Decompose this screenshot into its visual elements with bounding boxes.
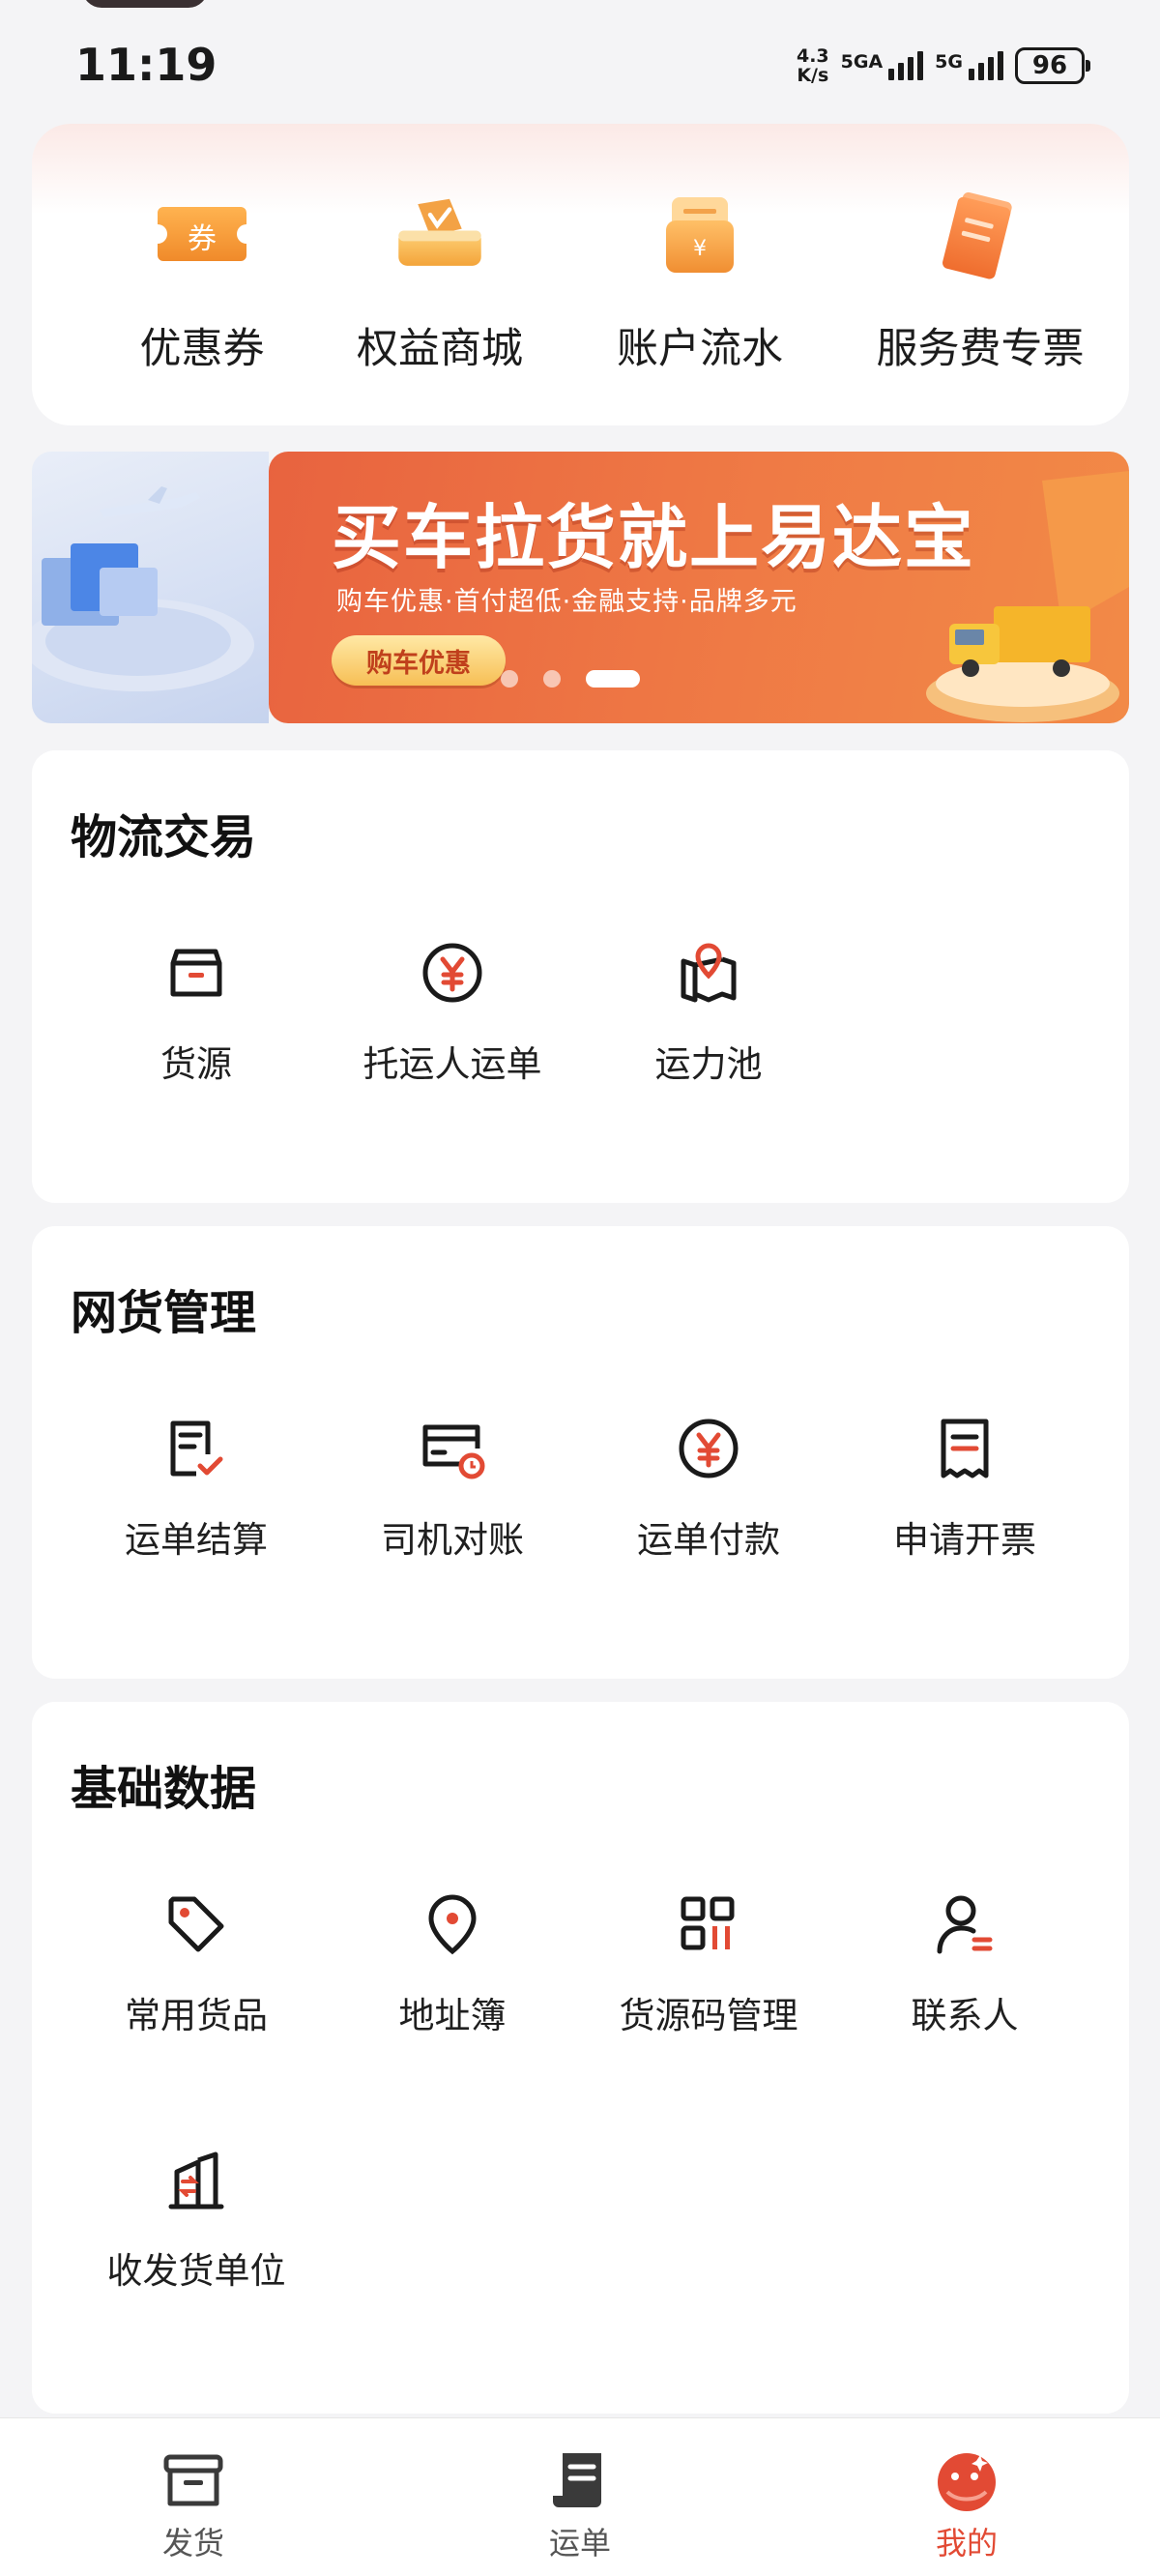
promo-banner[interactable]: 买车拉货就上易达宝 购车优惠·首付超低·金融支持·品牌多元 购车优惠 xyxy=(269,452,1129,723)
grid-item-cargo-source[interactable]: 货源 xyxy=(71,936,322,1087)
banner-subtitle: 购车优惠·首付超低·金融支持·品牌多元 xyxy=(336,587,798,617)
section-title: 网货管理 xyxy=(71,1286,257,1340)
tab-waybill[interactable]: 运单 xyxy=(483,2445,677,2563)
quick-action-label: 权益商城 xyxy=(357,325,523,373)
tag-icon xyxy=(160,1888,233,1961)
quick-action-label: 优惠券 xyxy=(139,325,265,373)
grid-item-label: 运单付款 xyxy=(637,1519,780,1561)
carousel-indicator xyxy=(501,670,640,688)
quick-action-benefits-mall[interactable]: 权益商城 xyxy=(324,191,556,375)
box-icon xyxy=(160,936,233,1010)
logistics-illustration xyxy=(32,486,254,691)
truck-illustration xyxy=(926,471,1129,722)
camera-cutout xyxy=(82,0,208,8)
yuan-circle-icon xyxy=(672,1412,745,1485)
service-invoice-icon xyxy=(932,191,1029,279)
grid-item-label: 运单结算 xyxy=(125,1519,268,1561)
carousel-dot xyxy=(543,670,561,688)
carousel-dot-active xyxy=(586,670,640,688)
quick-actions-card: 券 优惠券 权益商城 ¥ 账户流水 服务费专票 xyxy=(32,124,1129,425)
quick-action-label: 账户流水 xyxy=(617,325,783,373)
coupon-icon-text: 券 xyxy=(188,222,217,256)
network-speed: 4.3 K/s xyxy=(797,46,829,85)
carousel-dot xyxy=(501,670,518,688)
quick-action-label: 服务费专票 xyxy=(876,325,1085,373)
section-logistics-trade: 物流交易 货源 托运人运单 运力池 xyxy=(32,750,1129,1203)
grid-item-label: 货源 xyxy=(160,1043,232,1085)
status-indicators: 4.3 K/s 5GA 5G 96 xyxy=(797,46,1090,85)
document-check-icon xyxy=(160,1412,233,1485)
status-bar: 11:19 4.3 K/s 5GA 5G 96 xyxy=(0,0,1160,121)
grid-item-waybill-settlement[interactable]: 运单结算 xyxy=(71,1412,322,1563)
grid-item-shipper-waybill[interactable]: 托运人运单 xyxy=(327,936,578,1087)
yuan-circle-icon xyxy=(416,936,489,1010)
grid-item-capacity-pool[interactable]: 运力池 xyxy=(583,936,834,1087)
banner-previous-slide[interactable] xyxy=(32,452,269,723)
grid-item-source-code-mgmt[interactable]: 货源码管理 xyxy=(583,1888,834,2038)
profile-face-icon xyxy=(932,2445,1001,2515)
qr-grid-icon xyxy=(672,1888,745,1961)
grid-item-label: 司机对账 xyxy=(381,1519,524,1561)
coupon-icon: 券 xyxy=(154,191,250,278)
tab-label: 发货 xyxy=(161,2525,224,2561)
quick-action-service-invoice[interactable]: 服务费专票 xyxy=(864,191,1096,375)
tab-ship[interactable]: 发货 xyxy=(97,2445,290,2563)
benefits-mall-icon xyxy=(392,191,488,278)
battery-level: 96 xyxy=(1031,51,1068,80)
section-freight-management: 网货管理 运单结算 司机对账 运单付款 申请开票 xyxy=(32,1226,1129,1679)
grid-item-address-book[interactable]: 地址簿 xyxy=(327,1888,578,2038)
tab-mine[interactable]: 我的 xyxy=(870,2445,1063,2563)
grid-item-waybill-payment[interactable]: 运单付款 xyxy=(583,1412,834,1563)
location-icon xyxy=(416,1888,489,1961)
banner-title: 买车拉货就上易达宝 xyxy=(332,497,976,578)
quick-action-account-statement[interactable]: ¥ 账户流水 xyxy=(584,191,816,375)
network-speed-value: 4.3 xyxy=(796,45,829,67)
account-icon-text: ¥ xyxy=(693,237,707,261)
card-clock-icon xyxy=(416,1412,489,1485)
signal-5ga-label: 5GA xyxy=(840,51,884,73)
waybill-icon xyxy=(545,2445,615,2515)
status-time: 11:19 xyxy=(75,39,218,91)
account-statement-icon: ¥ xyxy=(652,191,748,278)
ship-box-icon xyxy=(159,2445,228,2515)
tab-label: 运单 xyxy=(548,2525,611,2561)
signal-5g-label: 5G xyxy=(935,51,963,73)
grid-item-shipping-units[interactable]: 收发货单位 xyxy=(71,2143,322,2294)
quick-action-coupon[interactable]: 券 优惠券 xyxy=(86,191,318,375)
grid-item-common-goods[interactable]: 常用货品 xyxy=(71,1888,322,2038)
map-pin-icon xyxy=(672,936,745,1010)
contact-icon xyxy=(928,1888,1001,1961)
section-title: 物流交易 xyxy=(71,810,257,864)
grid-item-label: 托运人运单 xyxy=(362,1043,542,1085)
grid-item-label: 常用货品 xyxy=(125,1995,268,2036)
receipt-icon xyxy=(928,1412,1001,1485)
banner-cta-button[interactable]: 购车优惠 xyxy=(332,635,506,686)
signal-5g-icon: 5G xyxy=(935,51,1003,80)
grid-item-label: 联系人 xyxy=(911,1995,1019,2036)
network-speed-unit: K/s xyxy=(797,65,829,86)
grid-item-driver-reconciliation[interactable]: 司机对账 xyxy=(327,1412,578,1563)
grid-item-label: 收发货单位 xyxy=(106,2250,286,2292)
bottom-tab-bar: 发货 运单 我的 xyxy=(0,2417,1160,2576)
building-icon xyxy=(160,2143,233,2216)
battery-icon: 96 xyxy=(1015,47,1090,84)
section-title: 基础数据 xyxy=(71,1762,257,1816)
section-basic-data: 基础数据 常用货品 地址簿 货源码管理 联系人 收发货单位 xyxy=(32,1702,1129,2414)
grid-item-label: 申请开票 xyxy=(893,1519,1036,1561)
grid-item-label: 运力池 xyxy=(654,1043,763,1085)
grid-item-label: 地址簿 xyxy=(398,1995,507,2036)
tab-label: 我的 xyxy=(935,2525,998,2561)
grid-item-contacts[interactable]: 联系人 xyxy=(839,1888,1090,2038)
grid-item-label: 货源码管理 xyxy=(619,1995,798,2036)
grid-item-apply-invoice[interactable]: 申请开票 xyxy=(839,1412,1090,1563)
signal-5ga-icon: 5GA xyxy=(841,51,924,80)
